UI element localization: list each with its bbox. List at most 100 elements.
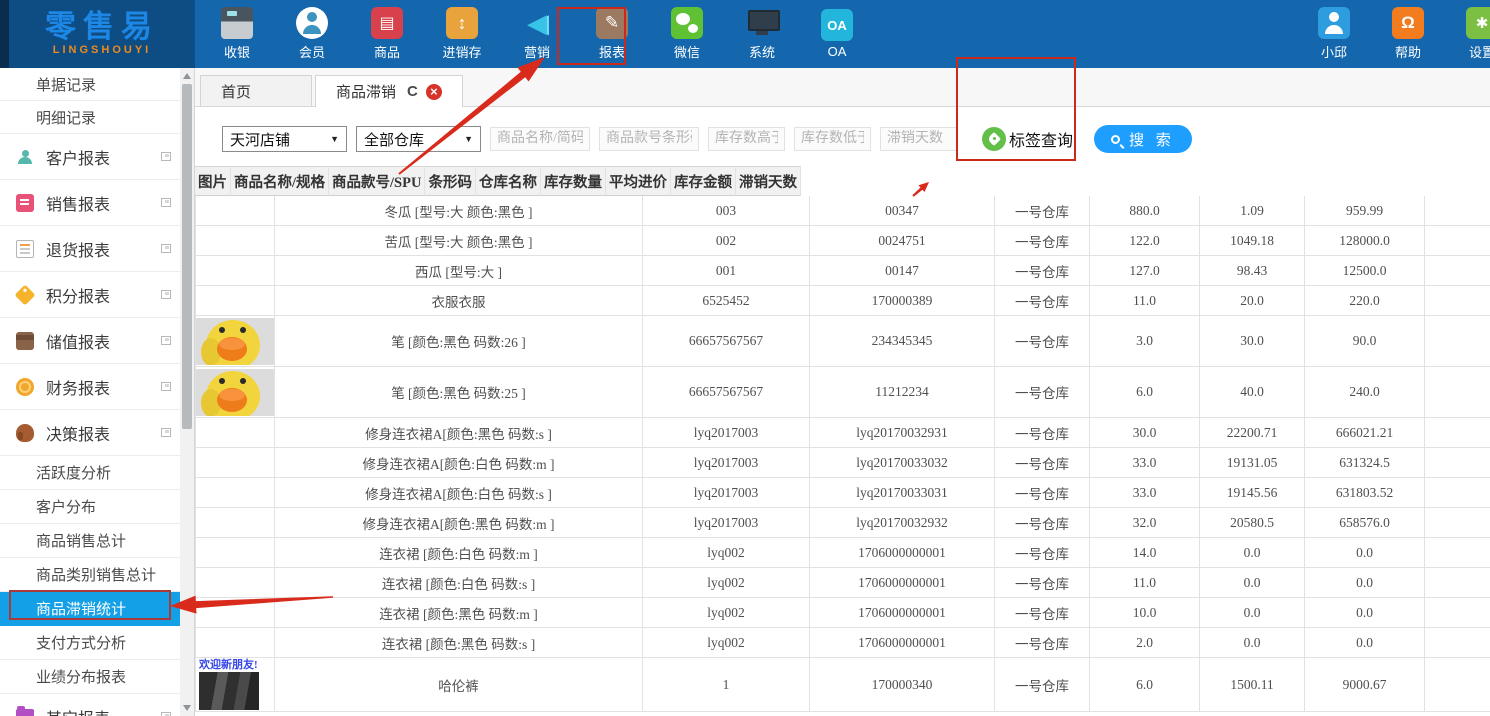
barcode-cell: 1706000000001 [810,568,995,598]
amount-cell: 9000.67 [1305,658,1425,712]
sidebar-item[interactable]: 其它报表 [0,694,181,716]
amount-cell: 12500.0 [1305,256,1425,286]
amount-cell: 666021.21 [1305,418,1425,448]
stale-days-cell [1425,508,1490,538]
sidebar-item[interactable]: 退货报表 [0,226,181,272]
tag-icon [982,127,1006,151]
search-button-label: 搜 索 [1129,129,1175,150]
spu-cell: lyq002 [643,538,810,568]
refresh-icon[interactable]: C [407,83,418,100]
avg-price-cell: 19131.05 [1200,448,1305,478]
filter-input[interactable] [490,127,590,151]
popout-icon[interactable] [161,712,171,716]
sidebar-item[interactable]: 客户分布 [0,490,181,524]
sidebar-item[interactable]: 支付方式分析 [0,626,181,660]
sidebar-item[interactable]: 业绩分布报表 [0,660,181,694]
filter-input[interactable] [599,127,699,151]
nav-item-icon [671,7,703,39]
sidebar-scrollbar[interactable] [180,68,194,716]
filter-input[interactable] [794,127,871,151]
popout-icon[interactable] [161,198,171,207]
sidebar-item[interactable]: 商品滞销统计 [0,592,181,626]
warehouse-select[interactable]: 全部仓库 ▼ [356,126,481,152]
nav-item[interactable]: 系统 [738,7,786,61]
search-button[interactable]: 搜 索 [1094,125,1192,153]
barcode-cell: 00147 [810,256,995,286]
nav-right-item[interactable]: 小邱 [1310,7,1358,61]
sidebar-item[interactable]: 财务报表 [0,364,181,410]
sidebar-item[interactable]: 储值报表 [0,318,181,364]
nav-item[interactable]: 微信 [663,7,711,61]
product-image-cell [195,418,275,448]
tab[interactable]: 商品滞销 C × [315,75,463,107]
nav-item[interactable]: 会员 [288,7,336,61]
table-header-cell: 商品名称/规格 [231,166,329,196]
nav-item[interactable]: 报表 [588,7,636,61]
spu-cell: lyq2017003 [643,448,810,478]
product-name-cell: 修身连衣裙A[颜色:白色 码数:m ] [275,448,643,478]
nav-item[interactable]: 商品 [363,7,411,61]
popout-icon[interactable] [161,382,171,391]
nav-right-item[interactable]: 设置 [1458,7,1490,61]
amount-cell: 0.0 [1305,598,1425,628]
nav-item-label: 进销存 [442,42,481,61]
nav-right-item[interactable]: 帮助 [1384,7,1432,61]
nav-item[interactable]: 收银 [213,7,261,61]
quantity-cell: 10.0 [1090,598,1200,628]
tab-label: 首页 [221,81,251,102]
filter-input[interactable] [708,127,785,151]
sidebar-item[interactable]: 商品类别销售总计 [0,558,181,592]
nav-item[interactable]: 进销存 [438,7,486,61]
filter-input[interactable] [880,127,957,151]
tag-query-label: 标签查询 [1009,127,1073,151]
popout-icon[interactable] [161,428,171,437]
quantity-cell: 127.0 [1090,256,1200,286]
scroll-up-icon[interactable] [183,73,191,79]
duck-product-image [195,369,275,416]
amount-cell: 90.0 [1305,316,1425,367]
avg-price-cell: 20.0 [1200,286,1305,316]
sidebar-item-label: 退货报表 [46,237,110,261]
amount-cell: 658576.0 [1305,508,1425,538]
warehouse-cell: 一号仓库 [995,367,1090,418]
product-photo [199,672,259,710]
tag-query-button[interactable]: 标签查询 [982,127,1073,151]
barcode-cell: 1706000000001 [810,598,995,628]
nav-item[interactable]: OA [813,9,861,59]
nav-item-icon [371,7,403,39]
sidebar-item[interactable]: 活跃度分析 [0,456,181,490]
product-image-cell [195,256,275,286]
sidebar-item[interactable]: 明细记录 [0,101,181,134]
table-header-row: 图片 商品名称/规格 商品款号/SPU 条形码 仓库名称 库存数量 平均进价 [195,166,1490,196]
popout-icon[interactable] [161,244,171,253]
nav-item[interactable]: 营销 [513,7,561,61]
tab[interactable]: 首页 [200,75,312,106]
product-name-cell: 冬瓜 [型号:大 颜色:黑色 ] [275,196,643,226]
warehouse-cell: 一号仓库 [995,418,1090,448]
sidebar-item[interactable]: 商品销售总计 [0,524,181,558]
store-select[interactable]: 天河店铺 ▼ [222,126,347,152]
avg-price-cell: 40.0 [1200,367,1305,418]
product-image-cell [195,196,275,226]
scroll-down-icon[interactable] [183,705,191,711]
popout-icon[interactable] [161,290,171,299]
close-icon[interactable]: × [426,84,442,100]
sidebar-item[interactable]: 单据记录 [0,68,181,101]
sidebar-item[interactable]: 销售报表 [0,180,181,226]
barcode-cell: lyq20170033032 [810,448,995,478]
product-image-cell [195,448,275,478]
popout-icon[interactable] [161,152,171,161]
sidebar-item[interactable]: 决策报表 [0,410,181,456]
scrollbar-thumb[interactable] [182,84,192,429]
popout-icon[interactable] [161,336,171,345]
product-image-cell [195,316,275,367]
stale-days-cell [1425,196,1490,226]
sidebar-item[interactable]: 客户报表 [0,134,181,180]
sidebar-menu: 单据记录 明细记录 客户报表 [0,68,181,716]
sidebar-item[interactable]: 积分报表 [0,272,181,318]
nav-right-item-label: 小邱 [1321,42,1347,61]
nav-right-item-icon [1466,7,1490,39]
product-image-cell [195,568,275,598]
barcode-cell: lyq20170032932 [810,508,995,538]
warehouse-cell: 一号仓库 [995,628,1090,658]
